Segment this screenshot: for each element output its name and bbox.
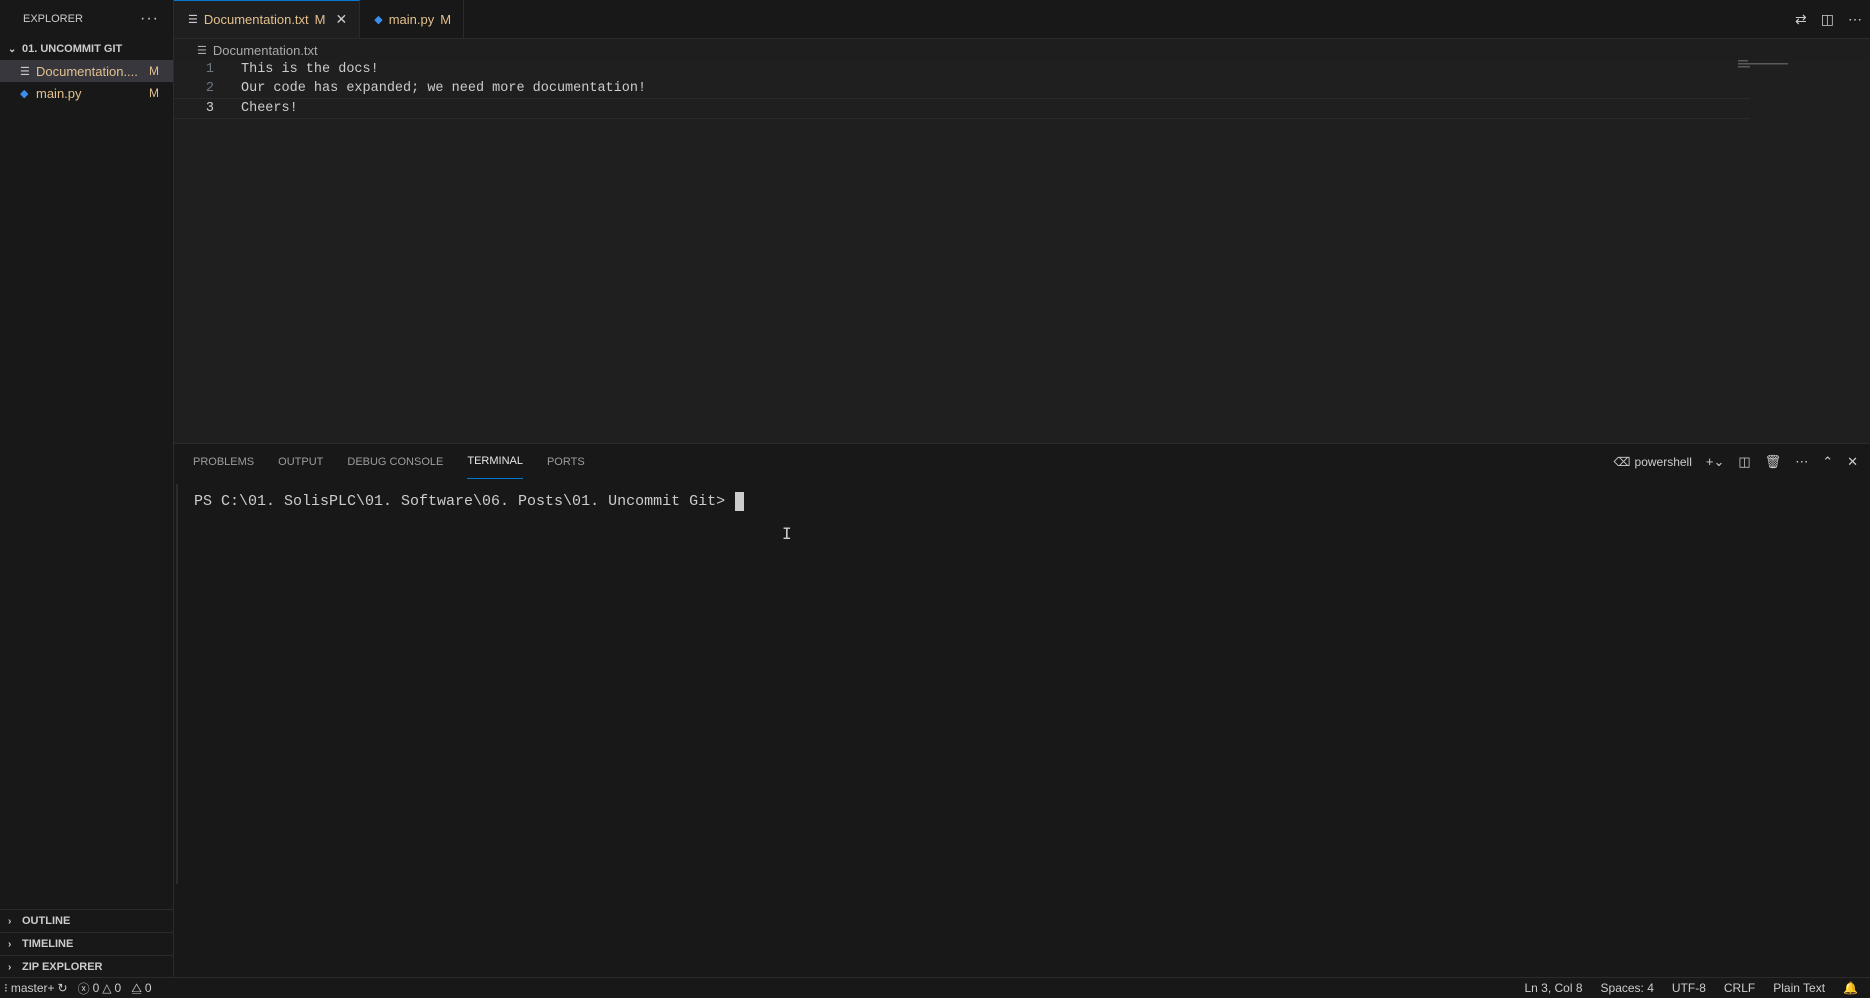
editor-line-current: 3 Cheers! xyxy=(174,98,1750,119)
chevron-right-icon: › xyxy=(8,915,12,927)
terminal-cursor xyxy=(735,492,745,511)
section-timeline[interactable]: › TIMELINE xyxy=(0,932,173,955)
editor-actions: ⇄ ◫ ⋯ xyxy=(1795,0,1862,38)
section-label: ZIP EXPLORER xyxy=(22,961,103,973)
explorer-header: EXPLORER ··· xyxy=(0,0,173,38)
modified-badge: M xyxy=(149,86,159,100)
file-name: main.py xyxy=(36,85,82,101)
section-zip-explorer[interactable]: › ZIP EXPLORER xyxy=(0,955,173,978)
section-label: OUTLINE xyxy=(22,915,71,927)
breadcrumb[interactable]: ☰ Documentation.txt xyxy=(197,39,318,61)
editor-tabs: ☰ Documentation.txt M ✕ ◆ main.py M ⇄ ◫ … xyxy=(174,0,1870,39)
warning-icon: △ xyxy=(102,981,112,995)
modified-badge: M xyxy=(149,64,159,78)
error-count: 0 xyxy=(92,981,100,995)
terminal-output[interactable]: PS C:\01. SolisPLC\01. Software\06. Post… xyxy=(194,492,745,511)
code-editor[interactable]: 1 This is the docs! 2 Our code has expan… xyxy=(174,60,1870,443)
terminal-shell-selector[interactable]: ⌫ powershell xyxy=(1614,455,1692,469)
modified-badge: M xyxy=(314,12,326,27)
close-icon[interactable]: ✕ xyxy=(336,11,348,28)
tab-label: main.py xyxy=(388,11,435,27)
split-terminal-icon[interactable]: ◫ xyxy=(1738,454,1750,470)
editor-line: 1 This is the docs! xyxy=(174,60,1750,79)
shell-name: powershell xyxy=(1634,454,1692,469)
tab-label: Documentation.txt xyxy=(203,12,309,27)
chevron-right-icon: › xyxy=(8,961,12,973)
cursor-position[interactable]: Ln 3, Col 8 xyxy=(1524,981,1582,995)
tab-main-py[interactable]: ◆ main.py M xyxy=(360,0,465,38)
modified-badge: M xyxy=(440,11,452,27)
more-actions-icon[interactable]: ⋯ xyxy=(1795,454,1808,470)
git-branch-icon: ⁝ xyxy=(4,981,8,995)
line-number: 1 xyxy=(205,62,214,77)
status-left: ⁝ master+ ↻ ⓧ 0 △ 0 ⧋ 0 xyxy=(0,980,152,997)
python-file-icon: ◆ xyxy=(20,87,29,100)
chevron-down-icon: ⌄ xyxy=(8,43,17,55)
sync-icon: ↻ xyxy=(57,981,68,995)
file-item-main-py[interactable]: ◆ main.py M xyxy=(0,82,173,104)
line-text: Our code has expanded; we need more docu… xyxy=(241,81,647,96)
terminal-prompt: PS C:\01. SolisPLC\01. Software\06. Post… xyxy=(194,493,735,510)
sidebar-bottom-sections: › OUTLINE › TIMELINE › ZIP EXPLORER xyxy=(0,909,173,978)
split-editor-icon[interactable]: ◫ xyxy=(1821,11,1834,28)
problems-item[interactable]: ⓧ 0 △ 0 xyxy=(78,980,122,997)
more-actions-icon[interactable]: ··· xyxy=(140,10,159,28)
error-icon: ⓧ xyxy=(77,981,90,996)
terminal-icon: ⌫ xyxy=(1613,454,1631,469)
file-name: Documentation.... xyxy=(36,63,138,79)
file-item-documentation[interactable]: ☰ Documentation.... M xyxy=(0,60,173,82)
tab-terminal[interactable]: TERMINAL xyxy=(467,444,523,479)
branch-name: master+ xyxy=(10,981,55,995)
end-of-line[interactable]: CRLF xyxy=(1724,981,1755,995)
section-outline[interactable]: › OUTLINE xyxy=(0,909,173,932)
text-file-icon: ☰ xyxy=(188,14,198,26)
encoding[interactable]: UTF-8 xyxy=(1672,981,1706,995)
section-label: TIMELINE xyxy=(22,938,74,950)
status-bar: ⁝ master+ ↻ ⓧ 0 △ 0 ⧋ 0 Ln 3, Col 8 Spac… xyxy=(0,977,1870,998)
panel-actions: ⌫ powershell +⌄ ◫ 🗑 ⋯ ⌃ ✕ xyxy=(1614,444,1858,479)
line-text: This is the docs! xyxy=(241,62,379,77)
mouse-ibeam-icon: I xyxy=(782,524,792,543)
line-number: 2 xyxy=(205,81,214,96)
status-right: Ln 3, Col 8 Spaces: 4 UTF-8 CRLF Plain T… xyxy=(1524,981,1870,995)
terminal-gutter xyxy=(176,484,178,884)
ports-count: 0 xyxy=(144,981,152,995)
python-file-icon: ◆ xyxy=(374,13,383,26)
language-mode[interactable]: Plain Text xyxy=(1773,981,1825,995)
close-panel-icon[interactable]: ✕ xyxy=(1847,454,1858,470)
notifications-bell-icon[interactable]: 🔔 xyxy=(1843,981,1858,995)
trash-icon[interactable]: 🗑 xyxy=(1765,454,1782,470)
line-number: 3 xyxy=(205,101,214,116)
minimap[interactable] xyxy=(1738,60,1798,70)
maximize-panel-icon[interactable]: ⌃ xyxy=(1822,454,1833,470)
bottom-panel: PROBLEMS OUTPUT DEBUG CONSOLE TERMINAL P… xyxy=(174,443,1870,979)
tab-output[interactable]: OUTPUT xyxy=(278,444,323,479)
explorer-title: EXPLORER xyxy=(23,13,83,25)
folder-name: 01. UNCOMMIT GIT xyxy=(22,43,123,55)
tab-problems[interactable]: PROBLEMS xyxy=(193,444,254,479)
text-file-icon: ☰ xyxy=(197,44,207,57)
ports-item[interactable]: ⧋ 0 xyxy=(131,981,151,996)
folder-header[interactable]: ⌄ 01. UNCOMMIT GIT xyxy=(0,38,173,60)
chevron-right-icon: › xyxy=(8,938,12,950)
tab-debug-console[interactable]: DEBUG CONSOLE xyxy=(347,444,443,479)
editor-line: 2 Our code has expanded; we need more do… xyxy=(174,79,1750,98)
tab-ports[interactable]: PORTS xyxy=(547,444,585,479)
explorer-sidebar: EXPLORER ··· ⌄ 01. UNCOMMIT GIT ☰ Docume… xyxy=(0,0,174,978)
broadcast-icon: ⧋ xyxy=(131,980,142,995)
open-changes-icon[interactable]: ⇄ xyxy=(1795,11,1807,28)
tab-documentation[interactable]: ☰ Documentation.txt M ✕ xyxy=(174,0,361,38)
indentation[interactable]: Spaces: 4 xyxy=(1601,981,1654,995)
text-file-icon: ☰ xyxy=(20,65,30,78)
warning-count: 0 xyxy=(114,981,122,995)
new-terminal-icon[interactable]: +⌄ xyxy=(1706,454,1724,470)
breadcrumb-file: Documentation.txt xyxy=(212,42,318,58)
line-text: Cheers! xyxy=(241,101,298,116)
more-actions-icon[interactable]: ⋯ xyxy=(1848,11,1862,28)
branch-item[interactable]: ⁝ master+ ↻ xyxy=(4,981,68,995)
